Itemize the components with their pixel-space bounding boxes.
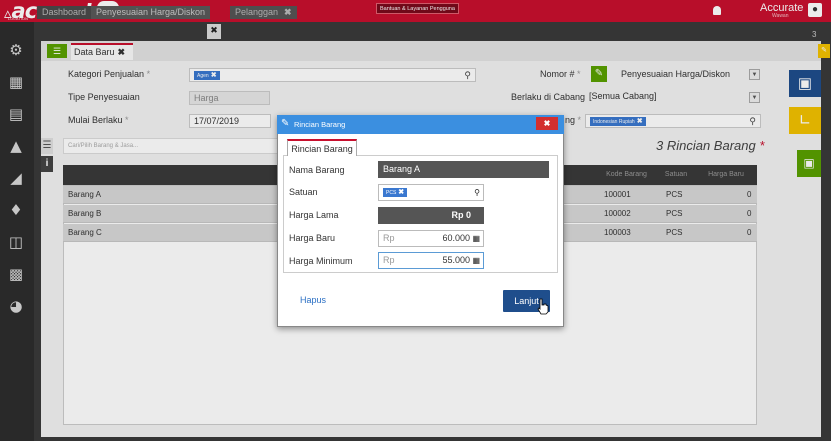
- nama-barang-value: Barang A: [378, 161, 549, 178]
- currency-prefix: Rp: [383, 255, 395, 265]
- harga-min-label: Harga Minimum: [289, 256, 353, 266]
- nama-barang-label: Nama Barang: [289, 165, 345, 175]
- delete-link[interactable]: Hapus: [300, 294, 326, 306]
- hand-cursor-icon: [537, 298, 549, 315]
- harga-lama-label: Harga Lama: [289, 210, 339, 220]
- satuan-chip[interactable]: PCS ✖: [383, 188, 408, 198]
- harga-min-value: 55.000: [442, 255, 470, 265]
- harga-baru-field[interactable]: Rp 60.000 ▦: [378, 230, 484, 247]
- calculator-small-icon[interactable]: ▦: [472, 231, 480, 246]
- harga-baru-label: Harga Baru: [289, 233, 336, 243]
- pencil-icon: ✎: [281, 118, 290, 129]
- harga-lama-value: Rp 0: [378, 207, 484, 224]
- dialog-tab-rincian[interactable]: Rincian Barang: [287, 139, 357, 156]
- calculator-small-icon[interactable]: ▦: [472, 253, 480, 268]
- satuan-field[interactable]: PCS ✖ ⚲: [378, 184, 484, 201]
- harga-min-field[interactable]: Rp 55.000 ▦: [378, 252, 484, 269]
- currency-prefix: Rp: [383, 233, 395, 243]
- satuan-label: Satuan: [289, 187, 318, 197]
- search-icon[interactable]: ⚲: [474, 185, 480, 200]
- dialog-close-button[interactable]: ✖: [536, 117, 558, 130]
- dialog-title: Rincian Barang: [277, 115, 564, 134]
- harga-baru-value: 60.000: [442, 233, 470, 243]
